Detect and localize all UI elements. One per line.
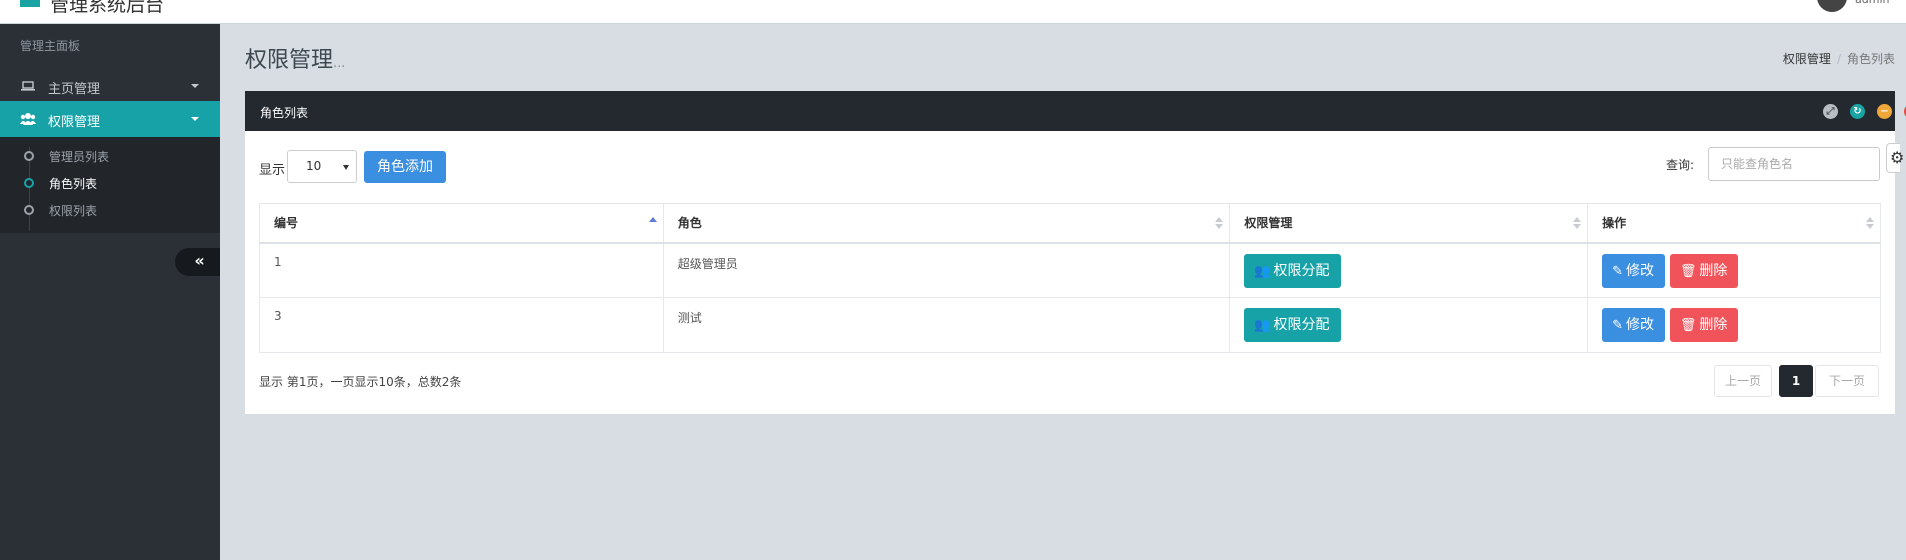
edit-button[interactable]: ✎ 修改 — [1602, 253, 1666, 288]
sidebar-collapse-button[interactable]: « — [175, 248, 220, 276]
column-header-actions[interactable]: 操作 — [1587, 203, 1881, 244]
top-bar: 管理系统后台 admin — [0, 0, 1906, 24]
sidebar-subitem-admin-list[interactable]: 管理员列表 — [0, 144, 220, 166]
assign-permissions-button[interactable]: 👥 权限分配 — [1244, 308, 1341, 342]
column-header-label: 编号 — [274, 216, 299, 231]
breadcrumb: 权限管理 / 角色列表 — [1783, 50, 1895, 67]
users-icon: 👥 — [1254, 318, 1271, 333]
column-header-id[interactable]: 编号 — [259, 203, 664, 244]
table-header-row: 编号 角色 权限管理 操作 — [259, 203, 1881, 244]
sort-icon — [1215, 217, 1224, 229]
prev-page-button[interactable]: 上一页 — [1714, 365, 1772, 397]
sidebar-submenu: 管理员列表 角色列表 权限列表 — [0, 137, 220, 233]
expand-icon[interactable]: ⤢ — [1823, 104, 1838, 119]
delete-label: 删除 — [1699, 262, 1728, 279]
sidebar-subitem-label: 管理员列表 — [49, 150, 110, 164]
panel-header: 角色列表 ⤢ ↻ − × — [245, 91, 1906, 131]
cell-id: 1 — [259, 242, 664, 298]
table-row: 3 测试 👥 权限分配 ✎ 修改 🗑 删除 — [259, 297, 1881, 353]
page-number-button[interactable]: 1 — [1779, 365, 1813, 397]
gear-icon[interactable]: ⚙ — [1886, 143, 1904, 173]
sidebar-item-label: 主页管理 — [48, 82, 101, 97]
cell-role: 测试 — [662, 297, 1231, 353]
sidebar-item-permissions[interactable]: 权限管理 — [0, 101, 220, 137]
sidebar-item-home[interactable]: 主页管理 — [0, 68, 220, 104]
users-icon: 👥 — [1254, 263, 1271, 279]
sort-icon — [1866, 217, 1874, 229]
assign-label: 权限分配 — [1273, 317, 1330, 333]
trash-icon: 🗑 — [1679, 318, 1697, 333]
page-title-suffix: ... — [333, 56, 346, 71]
assign-label: 权限分配 — [1273, 262, 1330, 279]
next-page-button[interactable]: 下一页 — [1815, 365, 1879, 397]
trash-icon: 🗑 — [1679, 263, 1697, 279]
cell-permissions: 👥 权限分配 — [1229, 297, 1589, 353]
delete-button[interactable]: 🗑 删除 — [1669, 253, 1739, 288]
avatar[interactable] — [1817, 0, 1847, 12]
sort-icon — [1573, 217, 1582, 229]
table-row: 1 超级管理员 👥 权限分配 ✎ 修改 🗑 删除 — [259, 242, 1881, 298]
chevron-down-icon — [191, 117, 199, 121]
column-header-permissions[interactable]: 权限管理 — [1229, 203, 1589, 244]
add-role-button[interactable]: 角色添加 — [364, 151, 446, 183]
cell-id: 3 — [259, 297, 664, 353]
chevron-down-icon — [343, 165, 349, 170]
cell-role: 超级管理员 — [662, 242, 1231, 298]
show-label: 显示 — [259, 163, 286, 178]
sidebar-subitem-label: 角色列表 — [49, 177, 98, 191]
edit-button[interactable]: ✎ 修改 — [1602, 308, 1666, 342]
edit-label: 修改 — [1626, 262, 1655, 279]
circle-icon — [24, 151, 34, 161]
panel-title: 角色列表 — [260, 106, 309, 120]
role-table: 编号 角色 权限管理 操作 1 超级管理员 👥权限分配 ✎修改 🗑删除 3 — [259, 203, 1881, 353]
role-list-panel: 角色列表 ⤢ ↻ − × 显示 10 角色添加 查询: ⚙ 编号 角色 权限管理… — [245, 91, 1906, 414]
chevron-down-icon — [191, 84, 199, 88]
sidebar-item-label: 权限管理 — [48, 115, 101, 130]
sidebar: 管理主面板 主页管理 权限管理 管理员列表 角色列表 权限列表 « — [0, 24, 220, 560]
breadcrumb-item[interactable]: 权限管理 — [1783, 52, 1831, 66]
sidebar-heading: 管理主面板 — [20, 39, 81, 53]
sidebar-subitem-label: 权限列表 — [49, 204, 98, 218]
sort-asc-icon — [648, 217, 657, 229]
cell-actions: ✎ 修改 🗑 删除 — [1587, 242, 1881, 298]
edit-icon: ✎ — [1612, 263, 1624, 279]
circle-icon — [24, 205, 34, 215]
laptop-icon — [21, 81, 35, 91]
page-size-value: 10 — [306, 159, 322, 173]
edit-icon: ✎ — [1612, 318, 1624, 333]
search-label: 查询: — [1666, 158, 1695, 172]
search-input[interactable] — [1708, 147, 1880, 181]
delete-label: 删除 — [1699, 317, 1728, 333]
minimize-icon[interactable]: − — [1877, 104, 1892, 119]
assign-permissions-button[interactable]: 👥 权限分配 — [1244, 253, 1341, 288]
column-header-label: 角色 — [677, 216, 702, 231]
users-icon — [20, 113, 36, 125]
sidebar-subitem-permission-list[interactable]: 权限列表 — [0, 198, 220, 220]
circle-icon — [24, 178, 34, 188]
column-header-role[interactable]: 角色 — [662, 203, 1231, 244]
breadcrumb-separator: / — [1836, 52, 1841, 66]
user-name[interactable]: admin — [1855, 0, 1889, 6]
cell-actions: ✎ 修改 🗑 删除 — [1587, 297, 1881, 353]
table-info: 显示 第1页，一页显示10条，总数2条 — [259, 375, 462, 389]
column-header-label: 操作 — [1602, 216, 1627, 231]
page-title-text: 权限管理 — [245, 48, 334, 73]
edit-label: 修改 — [1626, 317, 1655, 333]
breadcrumb-item-current: 角色列表 — [1846, 52, 1895, 66]
logo-icon — [20, 0, 40, 7]
app-title: 管理系统后台 — [50, 0, 165, 16]
page-title: 权限管理... — [245, 42, 345, 74]
delete-button[interactable]: 🗑 删除 — [1669, 308, 1739, 342]
column-header-label: 权限管理 — [1244, 216, 1293, 231]
cell-permissions: 👥 权限分配 — [1229, 242, 1589, 298]
sidebar-subitem-role-list[interactable]: 角色列表 — [0, 171, 220, 193]
page-size-select[interactable]: 10 — [287, 150, 357, 183]
refresh-icon[interactable]: ↻ — [1850, 104, 1865, 119]
